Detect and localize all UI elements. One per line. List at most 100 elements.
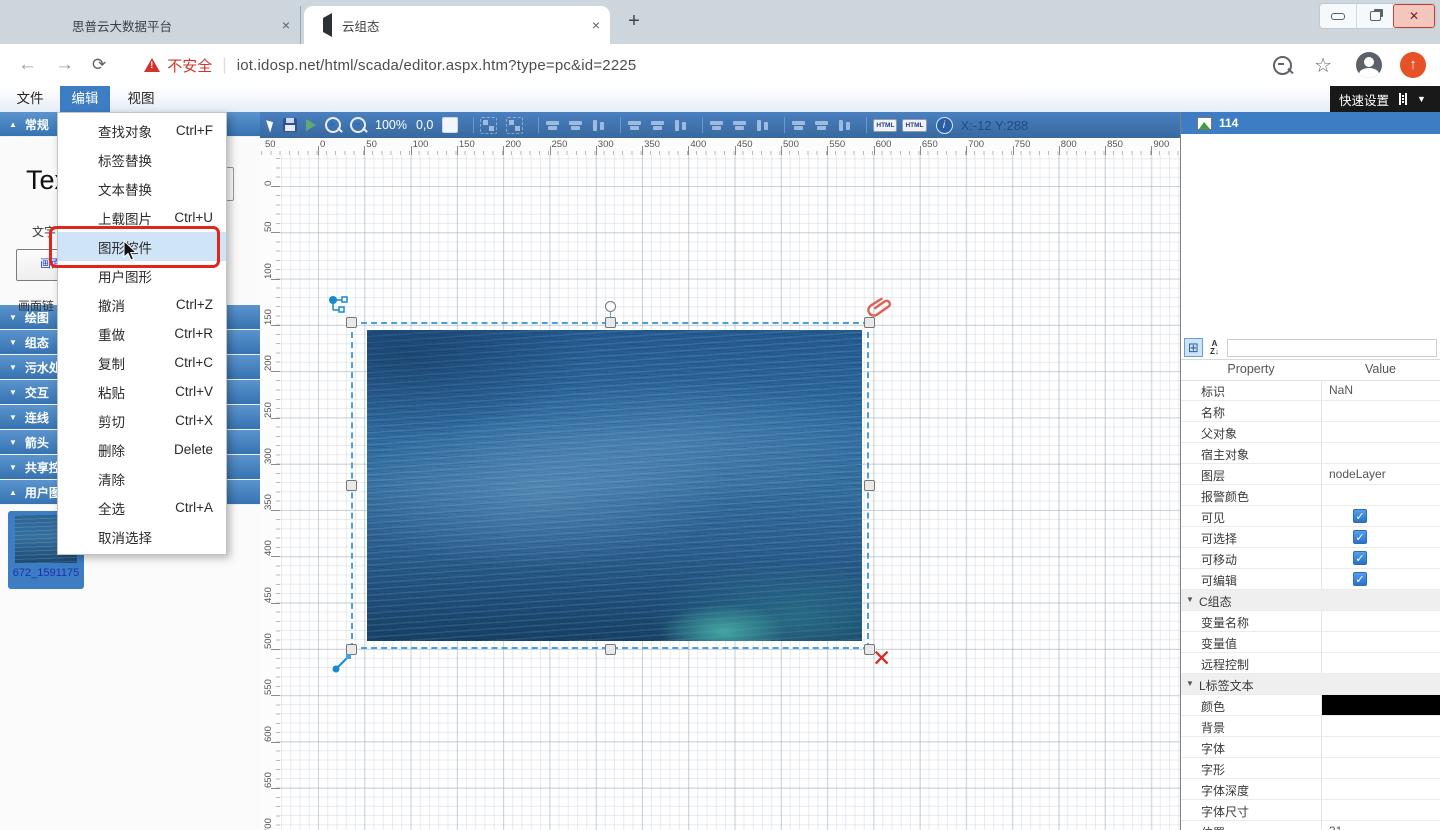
property-row[interactable]: 可选择✓ xyxy=(1181,527,1440,548)
checkbox-checked[interactable]: ✓ xyxy=(1353,530,1367,544)
menu-item-9[interactable]: 复制Ctrl+C xyxy=(58,348,226,377)
equal-spacing-icon[interactable] xyxy=(837,119,852,132)
same-size-icon[interactable] xyxy=(755,119,770,132)
html-export-icon[interactable]: HTML xyxy=(873,119,897,132)
menu-item-13[interactable]: 清除 xyxy=(58,464,226,493)
menu-view[interactable]: 视图 xyxy=(118,86,164,112)
url-text[interactable]: iot.idosp.net/html/scada/editor.aspx.htm… xyxy=(237,57,637,74)
reload-icon[interactable]: ⟳ xyxy=(92,55,106,75)
align-right-icon[interactable] xyxy=(591,119,606,132)
menu-item-1[interactable]: 查找对象Ctrl+F xyxy=(58,116,226,145)
resize-handle-w[interactable] xyxy=(346,480,357,491)
distribute-horizontal-icon[interactable] xyxy=(791,119,806,132)
design-canvas[interactable]: ✕ xyxy=(280,155,1180,830)
property-row[interactable]: 字体深度 xyxy=(1181,779,1440,800)
insecure-warning-label[interactable]: 不安全 xyxy=(167,55,212,76)
menu-item-11[interactable]: 剪切Ctrl+X xyxy=(58,406,226,435)
forward-icon[interactable]: → xyxy=(55,54,74,76)
url-field[interactable]: 不安全 | iot.idosp.net/html/scada/editor.as… xyxy=(144,55,1273,76)
line-anchor-icon[interactable] xyxy=(332,651,354,673)
property-row[interactable]: 报警颜色 xyxy=(1181,485,1440,506)
categorized-view-button[interactable]: ⊞ xyxy=(1184,338,1203,357)
property-row[interactable]: 位置31 xyxy=(1181,821,1440,830)
window-close-button[interactable]: ✕ xyxy=(1393,4,1435,28)
tab-close-icon[interactable]: × xyxy=(592,17,600,33)
menu-item-14[interactable]: 全选Ctrl+A xyxy=(58,493,226,522)
html-import-icon[interactable]: HTML xyxy=(902,119,926,132)
screen-list-item[interactable]: 114 xyxy=(1181,112,1440,134)
zoom-out-icon[interactable] xyxy=(350,117,366,133)
menu-item-10[interactable]: 粘贴Ctrl+V xyxy=(58,377,226,406)
window-restore-button[interactable] xyxy=(1356,4,1393,28)
align-center-icon[interactable] xyxy=(568,119,583,132)
menu-item-7[interactable]: 撤消Ctrl+Z xyxy=(58,290,226,319)
menu-file[interactable]: 文件 xyxy=(8,86,52,112)
property-group-row[interactable]: ▼C组态 xyxy=(1181,590,1440,611)
new-tab-button[interactable]: + xyxy=(620,8,648,36)
ungroup-icon[interactable] xyxy=(506,117,523,134)
delete-x-icon[interactable]: ✕ xyxy=(872,645,891,672)
tab-close-icon[interactable]: × xyxy=(282,17,290,33)
menu-item-15[interactable]: 取消选择 xyxy=(58,522,226,551)
grid-snap-toggle[interactable] xyxy=(442,117,458,133)
property-row[interactable]: 可见✓ xyxy=(1181,506,1440,527)
resize-handle-e[interactable] xyxy=(864,480,875,491)
property-row[interactable]: 远程控制 xyxy=(1181,653,1440,674)
info-icon[interactable]: i xyxy=(936,117,953,134)
menu-item-8[interactable]: 重做Ctrl+R xyxy=(58,319,226,348)
rotation-handle[interactable] xyxy=(605,301,616,312)
property-row[interactable]: 变量值 xyxy=(1181,632,1440,653)
checkbox-checked[interactable]: ✓ xyxy=(1353,572,1367,586)
select-cursor-icon[interactable] xyxy=(266,118,276,132)
property-value[interactable]: NaN xyxy=(1329,383,1353,397)
align-bottom-icon[interactable] xyxy=(673,119,688,132)
resize-handle-n[interactable] xyxy=(605,317,616,328)
property-row[interactable]: 可移动✓ xyxy=(1181,548,1440,569)
quick-settings-button[interactable]: 快速设置 ▼ xyxy=(1330,86,1440,112)
menu-item-3[interactable]: 文本替换 xyxy=(58,174,226,203)
same-width-icon[interactable] xyxy=(709,119,724,132)
back-icon[interactable]: ← xyxy=(18,54,37,76)
profile-avatar[interactable] xyxy=(1356,52,1382,78)
property-filter-field[interactable] xyxy=(1227,339,1437,357)
property-row[interactable]: 名称 xyxy=(1181,401,1440,422)
browser-tab-platform[interactable]: 思普云大数据平台 × xyxy=(48,6,301,44)
property-row[interactable]: 字体 xyxy=(1181,737,1440,758)
property-row[interactable]: 变量名称 xyxy=(1181,611,1440,632)
property-row[interactable]: 字体尺寸 xyxy=(1181,800,1440,821)
property-row[interactable]: 可编辑✓ xyxy=(1181,569,1440,590)
browser-tab-scada[interactable]: 云组态 × xyxy=(304,6,610,44)
color-swatch[interactable] xyxy=(1322,695,1440,715)
property-value[interactable]: 31 xyxy=(1329,824,1342,830)
run-preview-icon[interactable] xyxy=(306,119,316,131)
align-top-icon[interactable] xyxy=(627,119,642,132)
zoom-in-icon[interactable] xyxy=(325,117,341,133)
bookmark-star-icon[interactable]: ☆ xyxy=(1314,53,1332,78)
window-minimize-button[interactable] xyxy=(1320,4,1356,28)
property-row[interactable]: 颜色 xyxy=(1181,695,1440,716)
menu-item-2[interactable]: 标签替换 xyxy=(58,145,226,174)
browser-update-icon[interactable]: ↑ xyxy=(1400,52,1426,78)
same-height-icon[interactable] xyxy=(732,119,747,132)
connect-anchor-icon[interactable] xyxy=(328,295,352,319)
property-group-row[interactable]: ▼L标签文本 xyxy=(1181,674,1440,695)
property-row[interactable]: 字形 xyxy=(1181,758,1440,779)
save-icon[interactable] xyxy=(283,118,297,132)
align-left-icon[interactable] xyxy=(545,119,560,132)
property-row[interactable]: 标识NaN xyxy=(1181,380,1440,401)
distribute-vertical-icon[interactable] xyxy=(814,119,829,132)
alphabetical-sort-button[interactable]: AZ↓ xyxy=(1205,338,1224,357)
checkbox-checked[interactable]: ✓ xyxy=(1353,551,1367,565)
menu-item-12[interactable]: 删除Delete xyxy=(58,435,226,464)
selection-box[interactable] xyxy=(351,322,869,649)
property-row[interactable]: 父对象 xyxy=(1181,422,1440,443)
property-row[interactable]: 背景 xyxy=(1181,716,1440,737)
property-row[interactable]: 图层nodeLayer xyxy=(1181,464,1440,485)
align-middle-icon[interactable] xyxy=(650,119,665,132)
group-icon[interactable] xyxy=(480,117,497,134)
property-row[interactable]: 宿主对象 xyxy=(1181,443,1440,464)
menu-edit[interactable]: 编辑 xyxy=(60,86,110,112)
zoom-out-icon[interactable] xyxy=(1273,56,1292,75)
checkbox-checked[interactable]: ✓ xyxy=(1353,509,1367,523)
property-value[interactable]: nodeLayer xyxy=(1329,467,1386,481)
